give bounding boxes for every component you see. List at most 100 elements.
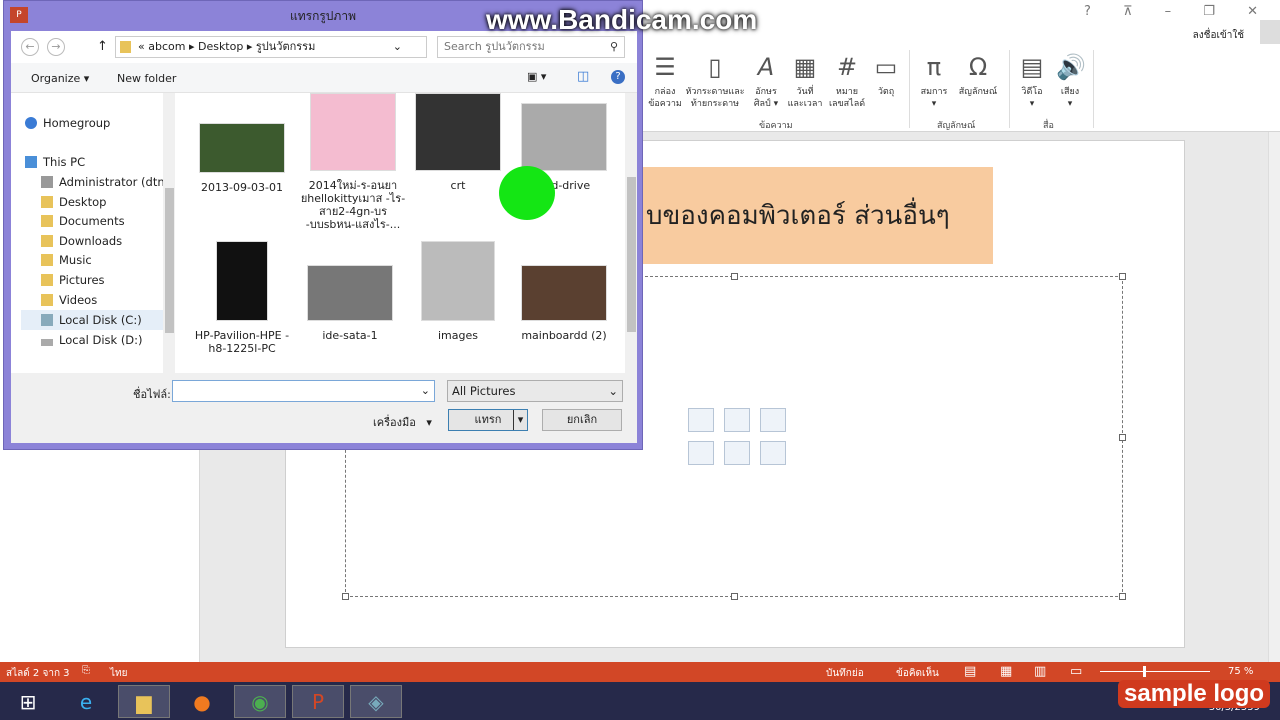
- header-footer-button[interactable]: ▯ หัวกระดาษและ ท้ายกระดาษ: [683, 52, 747, 110]
- resize-handle[interactable]: [1119, 273, 1126, 280]
- navigation-pane: Homegroup This PC Administrator (dtnn De…: [11, 93, 177, 373]
- file-item[interactable]: 2013-09-03-01: [189, 113, 295, 194]
- file-item[interactable]: ide-sata-1: [297, 265, 403, 342]
- zoom-level[interactable]: 75 %: [1228, 666, 1253, 677]
- thumbnail-crt: [415, 93, 501, 171]
- dialog-footer: ชื่อไฟล์: ⌄ All Pictures ⌄ เครื่องมือ ▾ แ…: [11, 373, 637, 443]
- slide-title-placeholder[interactable]: บของคอมพิวเตอร์ ส่วนอื่นๆ: [640, 167, 993, 264]
- resize-handle[interactable]: [1119, 434, 1126, 441]
- chrome-icon[interactable]: ◉: [234, 685, 286, 718]
- chevron-down-icon[interactable]: ⌄: [421, 384, 430, 397]
- breadcrumb-item[interactable]: รูปนวัตกรรม: [256, 40, 315, 53]
- file-item[interactable]: HP-Pavilion-HPE -h8-1225l-PC: [189, 241, 295, 355]
- ribbon-insert: ☰ กล่อง ข้อความ ▯ หัวกระดาษและ ท้ายกระดาษ Aอ…: [643, 44, 1280, 132]
- equation-button[interactable]: π สมการ ▾: [917, 52, 951, 110]
- insert-picture-icon[interactable]: [688, 441, 714, 465]
- insert-picture-dialog: P แทรกรูปภาพ ← → ↑ « abcom ▸ Desktop ▸ ร…: [3, 0, 643, 450]
- video-button[interactable]: ▤ วิดีโอ ▾: [1015, 52, 1049, 110]
- bandicam-watermark: www.Bandicam.com: [486, 4, 758, 35]
- avatar[interactable]: [1260, 20, 1280, 44]
- folder-icon: [41, 196, 53, 208]
- folder-icon: [41, 215, 53, 227]
- insert-dropdown-arrow[interactable]: ▾: [513, 410, 527, 430]
- file-item[interactable]: mainboardd (2): [511, 265, 617, 342]
- wordart-button[interactable]: A อักษร ศิลป์ ▾: [749, 52, 783, 110]
- tools-menu[interactable]: เครื่องมือ ▾: [373, 413, 432, 431]
- thumbnail-hard-disk: [307, 265, 393, 321]
- insert-table-icon[interactable]: [688, 408, 714, 432]
- file-item[interactable]: images: [405, 241, 511, 342]
- firefox-icon[interactable]: ●: [176, 685, 228, 718]
- nav-local-disk-c[interactable]: Local Disk (C:): [21, 310, 173, 330]
- insert-button[interactable]: แทรก ▾: [448, 409, 528, 431]
- file-list-scrollbar[interactable]: [625, 93, 637, 373]
- group-label-symbols: สัญลักษณ์: [937, 121, 976, 131]
- notes-button[interactable]: บันทึกย่อ: [826, 666, 864, 681]
- audio-button[interactable]: 🔊 เสียง ▾: [1053, 52, 1087, 110]
- insert-chart-icon[interactable]: [724, 408, 750, 432]
- insert-smartart-icon[interactable]: [760, 408, 786, 432]
- resize-handle[interactable]: [1119, 593, 1126, 600]
- drive-icon: [41, 339, 53, 346]
- zoom-slider-thumb[interactable]: [1143, 666, 1146, 677]
- chevron-down-icon[interactable]: ⌄: [393, 37, 402, 57]
- file-type-select[interactable]: All Pictures ⌄: [447, 380, 623, 402]
- resize-handle[interactable]: [731, 593, 738, 600]
- slide-scrollbar[interactable]: [1268, 132, 1280, 662]
- date-time-button[interactable]: ▦ วันที่ และเวลา: [787, 52, 823, 110]
- resize-handle[interactable]: [731, 273, 738, 280]
- sign-in-link[interactable]: ลงชื่อเข้าใช้: [1193, 28, 1244, 43]
- object-button[interactable]: ▭ วัตถุ: [871, 52, 901, 98]
- user-folder-icon: [41, 176, 53, 188]
- address-bar[interactable]: « abcom ▸ Desktop ▸ รูปนวัตกรรม ⌄ ↻: [115, 36, 446, 58]
- slide-number-button[interactable]: # หมาย เลขสไลด์: [827, 52, 867, 110]
- back-button[interactable]: ←: [21, 38, 39, 56]
- window-controls[interactable]: ? ⊼ – ❐ ✕: [1084, 4, 1272, 19]
- folder-icon: [41, 254, 53, 266]
- normal-view-icon[interactable]: ▤: [964, 664, 976, 679]
- search-icon: ⚲: [609, 40, 618, 53]
- nav-administrator[interactable]: Administrator (dtnn: [41, 172, 177, 192]
- breadcrumb-item[interactable]: Desktop: [198, 40, 243, 53]
- file-item[interactable]: 2014ใหม่-ร-อนยา ยhellokittyเมาส -ไร-สาย2…: [297, 93, 409, 231]
- cancel-button[interactable]: ยกเลิก: [542, 409, 622, 431]
- thumbnail-pc-tower: [216, 241, 268, 321]
- start-button[interactable]: ⊞: [2, 685, 54, 718]
- slide-title: บของคอมพิวเตอร์ ส่วนอื่นๆ: [646, 201, 950, 231]
- nav-homegroup[interactable]: Homegroup: [25, 113, 177, 133]
- new-folder-button[interactable]: New folder: [117, 72, 176, 85]
- search-input[interactable]: Search รูปนวัตกรรม ⚲: [437, 36, 625, 58]
- thumbnail-mainboard: [521, 265, 607, 321]
- comments-button[interactable]: ข้อคิดเห็น: [896, 666, 939, 681]
- insert-online-picture-icon[interactable]: [724, 441, 750, 465]
- powerpoint-icon[interactable]: P: [292, 685, 344, 718]
- forward-button[interactable]: →: [47, 38, 65, 56]
- spellcheck-icon[interactable]: ⎘: [82, 665, 90, 676]
- file-item[interactable]: crt: [405, 93, 511, 192]
- dialog-body: ← → ↑ « abcom ▸ Desktop ▸ รูปนวัตกรรม ⌄ …: [11, 31, 637, 443]
- filename-input[interactable]: ⌄: [172, 380, 435, 402]
- breadcrumb-item[interactable]: abcom: [148, 40, 185, 53]
- slide-sorter-icon[interactable]: ▦: [1000, 664, 1012, 679]
- internet-explorer-icon[interactable]: e: [60, 685, 112, 718]
- textbox-button[interactable]: ☰ กล่อง ข้อความ: [647, 52, 683, 110]
- nav-this-pc[interactable]: This PC: [25, 152, 177, 172]
- group-label-media: สื่อ: [1043, 121, 1054, 131]
- file-explorer-icon[interactable]: ▆: [118, 685, 170, 718]
- resize-handle[interactable]: [342, 593, 349, 600]
- language-indicator[interactable]: ไทย: [110, 666, 127, 681]
- help-icon[interactable]: ?: [611, 70, 625, 84]
- audio-icon: 🔊: [1056, 53, 1086, 81]
- cursor-highlight: [499, 166, 555, 220]
- organize-menu[interactable]: Organize ▾: [31, 72, 89, 85]
- slideshow-icon[interactable]: ▭: [1070, 664, 1082, 679]
- reading-view-icon[interactable]: ▥: [1034, 664, 1046, 679]
- insert-video-icon[interactable]: [760, 441, 786, 465]
- zoom-slider[interactable]: [1100, 671, 1210, 672]
- nav-scrollbar[interactable]: [163, 93, 175, 373]
- view-options-icon[interactable]: ▣ ▾: [527, 70, 546, 83]
- app-icon[interactable]: ◈: [350, 685, 402, 718]
- preview-pane-icon[interactable]: ◫: [577, 69, 589, 84]
- up-button[interactable]: ↑: [97, 39, 108, 54]
- symbol-button[interactable]: Ω สัญลักษณ์: [953, 52, 1003, 98]
